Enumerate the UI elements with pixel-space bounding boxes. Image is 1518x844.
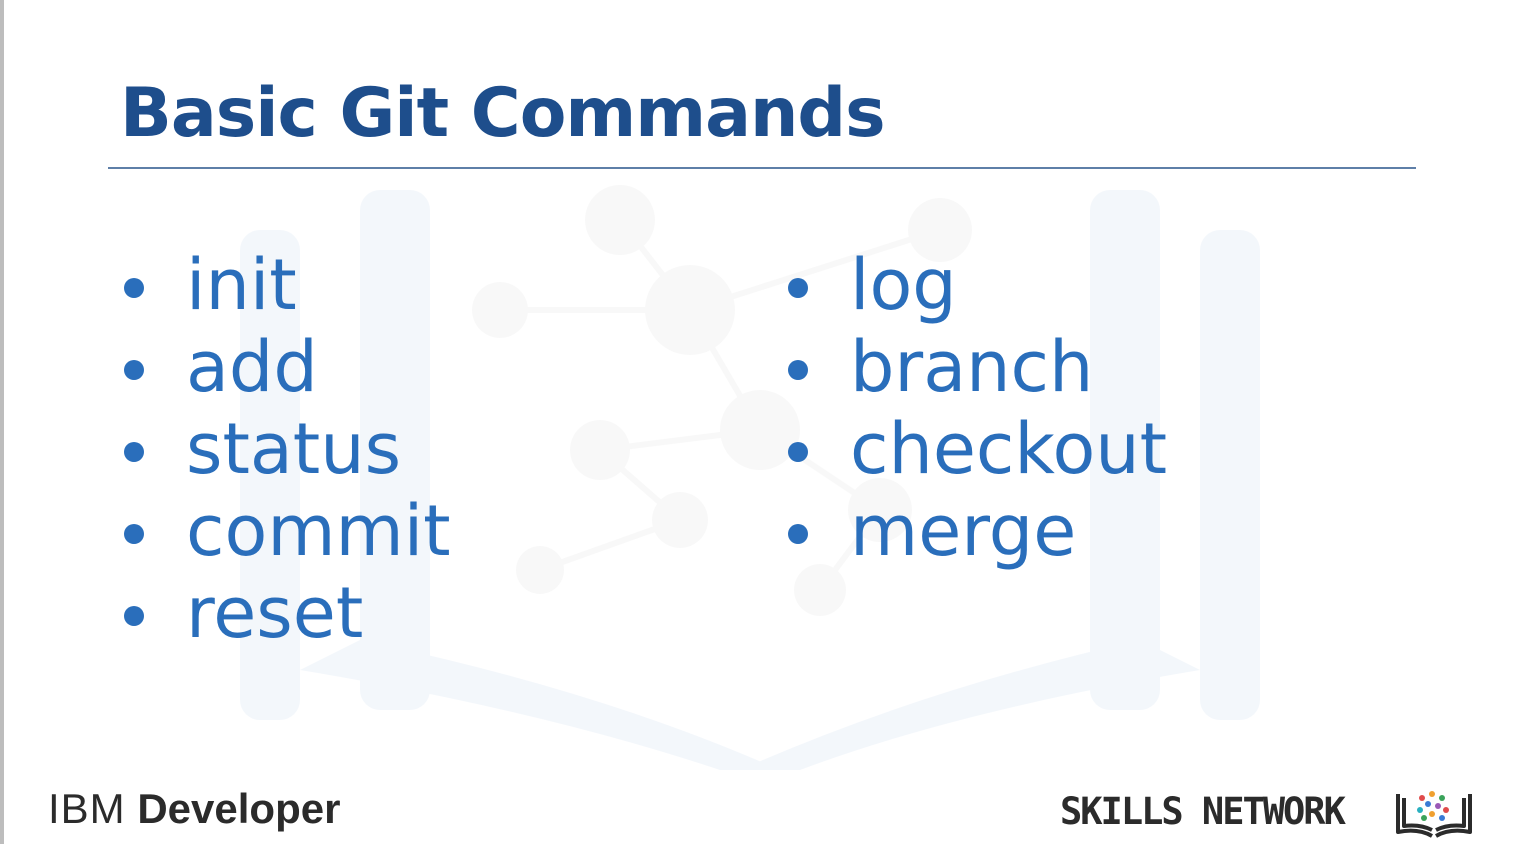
bullet-icon xyxy=(788,524,808,544)
list-item-label: checkout xyxy=(850,408,1168,490)
bullet-icon xyxy=(124,524,144,544)
slide-left-edge xyxy=(0,0,4,844)
list-item: status xyxy=(122,408,451,490)
left-command-list: init add status commit reset xyxy=(122,244,451,654)
bullet-icon xyxy=(788,442,808,462)
list-item: branch xyxy=(786,326,1167,408)
list-item-label: log xyxy=(850,244,957,326)
list-item: checkout xyxy=(786,408,1167,490)
ibm-developer-logo: IBM Developer xyxy=(48,788,340,830)
list-item: init xyxy=(122,244,451,326)
list-item: add xyxy=(122,326,451,408)
list-item-label: commit xyxy=(186,490,451,572)
book-network-logo-icon xyxy=(1396,791,1472,838)
bullet-icon xyxy=(124,442,144,462)
list-item: merge xyxy=(786,490,1167,572)
skills-network-wordmark: SKILLS NETWORK xyxy=(1060,790,1346,833)
list-item-label: status xyxy=(186,408,402,490)
bullet-icon xyxy=(788,360,808,380)
slide-title: Basic Git Commands xyxy=(120,74,886,153)
developer-wordmark: Developer xyxy=(137,785,341,832)
bullet-icon xyxy=(124,360,144,380)
list-item: reset xyxy=(122,572,451,654)
list-item: commit xyxy=(122,490,451,572)
bullet-icon xyxy=(788,278,808,298)
list-item-label: merge xyxy=(850,490,1077,572)
list-item-label: branch xyxy=(850,326,1094,408)
ibm-wordmark: IBM xyxy=(48,785,126,832)
list-item-label: add xyxy=(186,326,318,408)
list-item: log xyxy=(786,244,1167,326)
bullet-icon xyxy=(124,606,144,626)
title-underline xyxy=(108,167,1416,169)
list-item-label: reset xyxy=(186,572,364,654)
right-command-list: log branch checkout merge xyxy=(786,244,1167,572)
list-item-label: init xyxy=(186,244,297,326)
bullet-icon xyxy=(124,278,144,298)
